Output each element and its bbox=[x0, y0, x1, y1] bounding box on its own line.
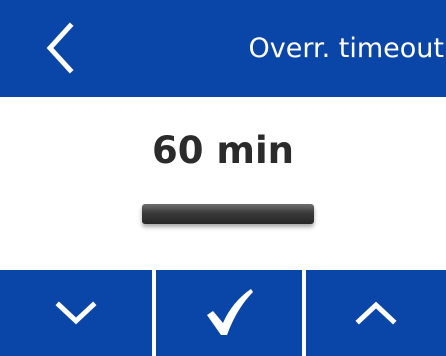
value-indicator-bar bbox=[142, 204, 314, 224]
page-title: Overr. timeout bbox=[248, 33, 444, 64]
footer-bar bbox=[0, 270, 446, 356]
increase-button[interactable] bbox=[306, 270, 446, 356]
decrease-button[interactable] bbox=[0, 270, 152, 356]
checkmark-icon bbox=[207, 289, 253, 335]
chevron-up-icon bbox=[355, 301, 397, 325]
header-bar: Overr. timeout bbox=[0, 0, 446, 97]
back-button[interactable] bbox=[28, 12, 98, 84]
chevron-down-icon bbox=[55, 301, 97, 325]
chevron-left-icon bbox=[46, 22, 74, 74]
timeout-value: 60 min bbox=[152, 129, 294, 172]
confirm-button[interactable] bbox=[156, 270, 302, 356]
